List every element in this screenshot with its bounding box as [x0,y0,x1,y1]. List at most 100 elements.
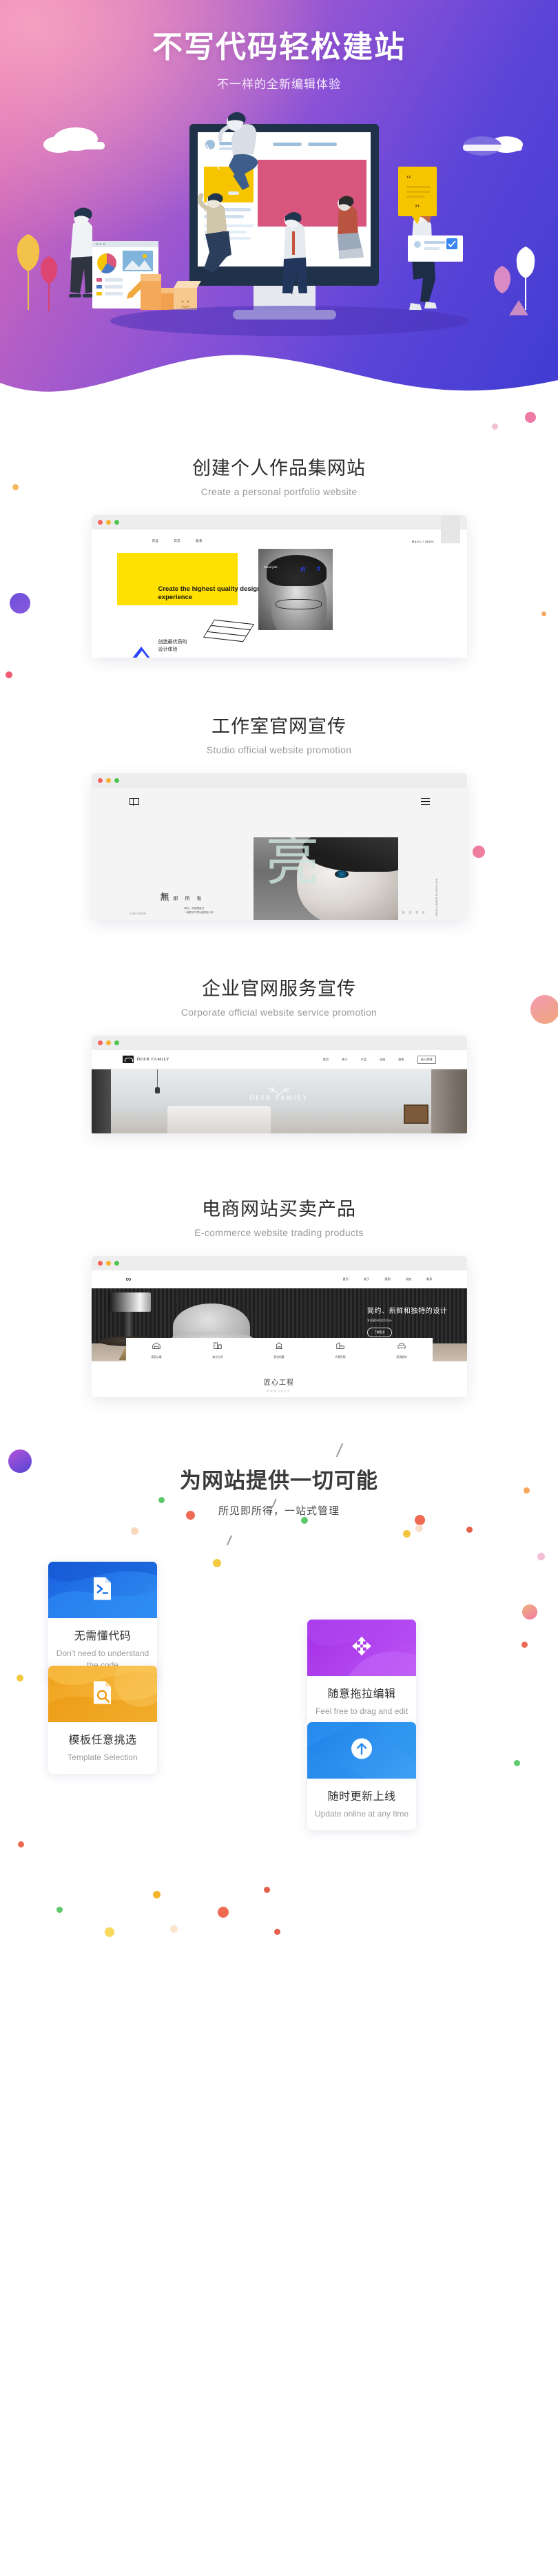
section-studio: 工作室官网宣传 Studio official website promotio… [0,658,558,920]
category-label: 乡野民宿 [335,1355,346,1359]
category-item[interactable]: 豪宅别墅 [273,1341,285,1359]
feature-card-template[interactable]: 模板任意挑选 Template Selection [48,1666,157,1774]
section-portfolio: 创建个人作品集网站 Create a personal portfolio we… [0,413,558,658]
decoration-dot [56,1907,63,1913]
homestay-icon [336,1341,344,1349]
ecommerce-footer-title: 匠心工程 [264,1379,294,1387]
corporate-brand: DEER FAMILY [136,1057,170,1062]
feature-card-no-code[interactable]: 无需懂代码 Don't need to understand the code [48,1562,157,1682]
ecommerce-nav-item[interactable]: 首页 [343,1277,349,1281]
claim-subtitle: 所见即所得，一站式管理 [218,1505,340,1517]
feature-card-update-online[interactable]: 随时更新上线 Update online at any time [307,1722,416,1831]
window-maximize-dot[interactable] [114,1261,119,1266]
section-ecommerce: 电商网站买卖产品 E-commerce website trading prod… [0,1133,558,1397]
claim-title: 为网站提供一切可能 [180,1469,378,1493]
section-subtitle: Studio official website promotion [206,744,352,755]
interior-picture-frame [403,1104,428,1124]
ecommerce-nav-item[interactable]: 关于 [364,1277,369,1281]
portfolio-triangle-inner [132,651,151,658]
card-title: 模板任意挑选 [68,1735,137,1746]
ecommerce-hero-image: 简约、新鲜和独特的设计 发现更好的室内设计 了解更多 家庭公寓 商业空间 豪宅别… [91,1288,467,1361]
section-claim: 为网站提供一切可能 所见即所得，一站式管理 [0,1397,558,1546]
cloud-icon [43,127,105,153]
section-title: 企业官网服务宣传 [202,978,356,999]
window-minimize-dot[interactable] [105,520,111,525]
window-close-dot[interactable] [97,1040,103,1045]
ecommerce-nav: ∞ 首页 关于 案例 动态 联系 [92,1270,467,1288]
corporate-nav: DEER FAMILY 首页 关于 产品 动态 联系 进入商城 [91,1050,467,1069]
lamp-shade [107,1292,151,1312]
decoration-dot [415,1525,423,1532]
photo-glasses [276,599,322,610]
person-illustration [69,207,95,297]
category-label: 豪宅别墅 [273,1355,285,1359]
ecommerce-nav-item[interactable]: 案例 [384,1277,390,1281]
window-minimize-dot[interactable] [105,778,111,783]
decoration-slash [335,1443,344,1458]
browser-titlebar [91,1256,467,1270]
window-close-dot[interactable] [97,520,103,525]
furniture-icon [397,1343,406,1349]
portfolio-photo: Good job! /// # [258,549,333,630]
category-label: 家具配饰 [396,1355,407,1359]
hero-subtitle: 不一样的全新编辑体验 [217,78,341,91]
studio-slogan-rest: 即 所 有 [173,897,205,901]
quote-card-illustration: “ ” [398,167,437,224]
interior-brick-wall [431,1069,467,1133]
corporate-nav-item[interactable]: 首页 [323,1058,329,1062]
photo-mark-hash: # [316,565,321,573]
card-header [307,1722,416,1779]
corporate-nav-item[interactable]: 关于 [342,1058,347,1062]
corporate-nav-item[interactable]: 产品 [361,1058,366,1062]
window-close-dot[interactable] [97,1261,103,1266]
window-close-dot[interactable] [97,778,103,783]
category-item[interactable]: 家庭公寓 [151,1341,162,1359]
studio-description: 简约、质感和留白 一家数字写意&品牌设计师 [184,907,214,914]
window-maximize-dot[interactable] [114,520,119,525]
infinity-logo-icon[interactable]: ∞ [126,1275,132,1284]
ecommerce-headline: 简约、新鲜和独特的设计 [366,1308,448,1315]
portfolio-yellow-panel: Create the highest quality design experi… [116,553,261,605]
window-maximize-dot[interactable] [114,1040,119,1045]
section-subtitle: Corporate official website service promo… [180,1007,378,1018]
hamburger-menu-icon[interactable] [420,798,430,807]
window-minimize-dot[interactable] [105,1261,111,1266]
portrait-eye [335,870,349,878]
office-icon [214,1342,222,1349]
portfolio-nav-item[interactable]: 联系 [196,539,203,543]
category-item[interactable]: 家具配饰 [396,1341,407,1359]
ecommerce-category-bar: 家庭公寓 商业空间 豪宅别墅 乡野民宿 家具配饰 [125,1338,433,1361]
decoration-dot [131,1527,138,1535]
studio-logo-icon[interactable] [129,798,139,806]
feature-card-drag-edit[interactable]: 随意拖拉编辑 Feel free to drag and edit [307,1620,416,1728]
corporate-nav-item[interactable]: 动态 [380,1058,385,1062]
decoration-dot [466,1527,473,1533]
studio-footer-right[interactable]: MORE [402,911,429,915]
ecommerce-nav-item[interactable]: 动态 [406,1277,411,1281]
ecommerce-nav-item[interactable]: 联系 [426,1277,432,1281]
card-header [48,1666,157,1722]
decoration-dot [18,1841,24,1847]
category-item[interactable]: 商业空间 [212,1341,223,1359]
window-minimize-dot[interactable] [105,1040,111,1045]
portfolio-nav-item[interactable]: 日志 [174,539,180,543]
studio-vertical-text: NOTHING IS EVERYTHING [435,879,438,917]
category-label: 商业空间 [212,1355,223,1359]
ecommerce-learn-more-button[interactable]: 了解更多 [366,1328,392,1337]
window-maximize-dot[interactable] [114,778,119,783]
plant-decoration [17,234,58,311]
category-item[interactable]: 乡野民宿 [335,1341,346,1359]
decoration-dot [218,1907,229,1918]
lamp-base [123,1312,134,1339]
portfolio-nav-item[interactable]: 作品 [152,539,159,543]
ecommerce-footer: 匠心工程 PROJECT [92,1361,467,1397]
browser-mockup-studio: 亮 無即 所 有 简约、质感和留白 一家数字写意&品牌设计师 NOTHING I… [91,773,467,920]
corporate-nav-item[interactable]: 联系 [398,1058,404,1062]
browser-titlebar [91,515,467,530]
browser-content: 作品 日志 联系 Macro / denis. Create the highe… [91,515,467,658]
decoration-dot [158,1497,165,1503]
portfolio-lower: 创造最优质的 设计体验 [92,619,467,658]
decoration-dot [274,1929,280,1935]
corporate-cta-button[interactable]: 进入商城 [417,1055,436,1064]
hero-title: 不写代码轻松建站 [152,30,406,64]
